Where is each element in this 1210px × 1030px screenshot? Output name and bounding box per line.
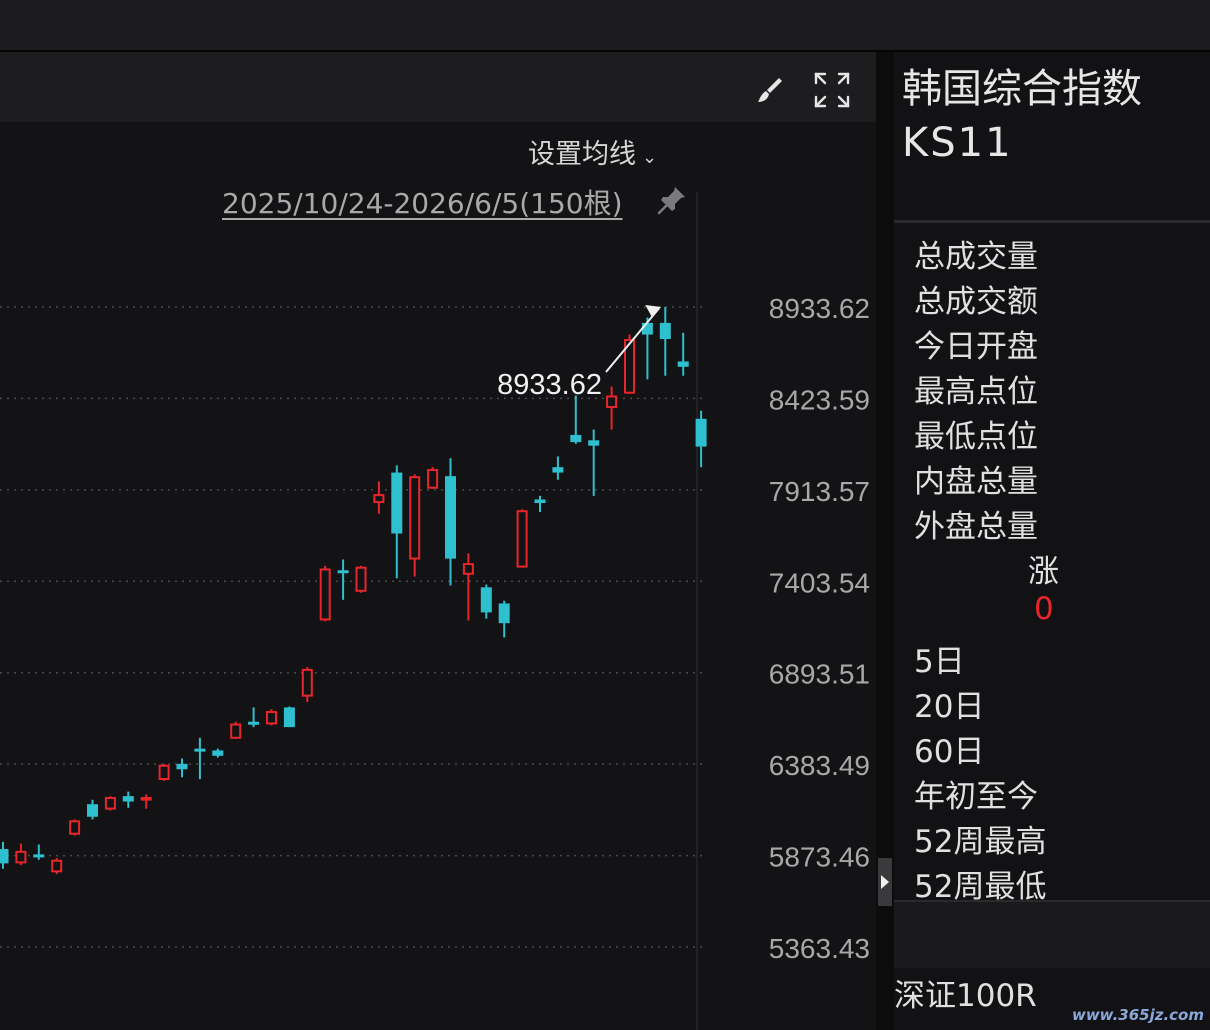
change-label: 涨 xyxy=(1028,554,1059,590)
related-index-item[interactable]: 深证100R xyxy=(894,970,1037,1015)
y-tick-label: 8933.62 xyxy=(769,293,870,324)
stat-total-volume: 总成交量 xyxy=(914,239,1038,275)
pin-icon[interactable] xyxy=(656,184,688,216)
divider xyxy=(894,220,1210,223)
stat-inner-volume: 内盘总量 xyxy=(914,464,1038,500)
fullscreen-button[interactable] xyxy=(812,70,852,110)
y-tick-label: 5363.43 xyxy=(769,933,870,964)
watermark: www.365jz.com xyxy=(1071,1006,1204,1024)
candle-body xyxy=(104,797,116,810)
chart-panel[interactable]: 8933.62 8423.59 7913.57 7403.54 6893.51 6383.… xyxy=(0,52,876,1030)
candle-body xyxy=(319,568,331,621)
chevron-down-icon: ⌄ xyxy=(642,147,658,168)
candle-body xyxy=(480,587,492,613)
candle-body xyxy=(248,721,260,725)
brush-icon xyxy=(758,78,782,102)
y-tick-label: 7403.54 xyxy=(769,567,870,598)
candle-body xyxy=(641,322,653,335)
candle-body xyxy=(212,750,224,756)
candle-body xyxy=(0,849,9,864)
y-tick-label: 6893.51 xyxy=(769,659,870,690)
candle-body xyxy=(69,820,81,835)
quote-side-panel: 韩国综合指数 KS11 总成交量 总成交额 今日开盘 最高点位 最低点位 内盘总… xyxy=(894,52,1210,1030)
y-tick-label: 6383.49 xyxy=(769,750,870,781)
period-60d: 60日 xyxy=(914,734,985,770)
candle-body xyxy=(373,494,385,504)
candle-body xyxy=(462,563,474,575)
annotation-label: 8933.62 xyxy=(497,369,602,401)
candle-body xyxy=(122,796,134,802)
ma-setting-dropdown[interactable]: 设置均线 ⌄ xyxy=(528,132,657,171)
candle-body xyxy=(570,434,582,443)
side-panel-tab-area[interactable] xyxy=(894,900,1210,968)
candle-body xyxy=(194,748,206,752)
candle-body xyxy=(301,668,313,697)
candle-body xyxy=(552,467,564,473)
index-title: 韩国综合指数 KS11 xyxy=(902,62,1142,170)
fullscreen-icon xyxy=(814,72,850,108)
candle-body xyxy=(266,710,277,725)
candle-body xyxy=(445,476,456,559)
candle-body xyxy=(659,322,671,340)
candle-body xyxy=(87,804,98,817)
date-range-label[interactable]: 2025/10/24-2026/6/5(150根) xyxy=(222,187,623,220)
candle-body xyxy=(695,418,707,447)
top-bar xyxy=(0,0,1210,52)
candle-body xyxy=(15,850,27,864)
candle-body xyxy=(516,510,528,568)
stat-low: 最低点位 xyxy=(914,419,1038,455)
candle-body xyxy=(677,361,689,367)
stat-total-turnover: 总成交额 xyxy=(914,284,1038,320)
period-20d: 20日 xyxy=(914,689,985,725)
chart-toolbar xyxy=(0,52,876,122)
y-tick-label: 8423.59 xyxy=(769,384,870,415)
range-selector[interactable]: 2025/10/24-2026/6/5(150根) xyxy=(222,182,685,222)
period-52w-high: 52周最高 xyxy=(914,824,1047,860)
period-ytd: 年初至今 xyxy=(914,779,1038,815)
candle-body xyxy=(230,723,242,739)
index-name: 韩国综合指数 xyxy=(902,66,1142,112)
collapse-panel-button[interactable] xyxy=(878,858,892,906)
candle-body xyxy=(33,854,45,858)
period-5d: 5日 xyxy=(914,644,965,680)
stat-outer-volume: 外盘总量 xyxy=(914,509,1038,545)
change-value: 0 xyxy=(1034,591,1054,627)
candle-body xyxy=(51,859,63,873)
candle-body xyxy=(283,707,295,728)
stat-high: 最高点位 xyxy=(914,374,1038,410)
candle-body xyxy=(176,763,188,770)
candle-body xyxy=(140,797,152,801)
brush-button[interactable] xyxy=(750,70,790,110)
y-tick-label: 5873.46 xyxy=(769,842,870,873)
stat-open: 今日开盘 xyxy=(914,329,1038,365)
panel-splitter[interactable] xyxy=(876,52,894,1030)
candle-body xyxy=(409,476,421,560)
candle-body xyxy=(427,468,439,489)
candle-body xyxy=(498,603,510,624)
candle-body xyxy=(606,395,618,409)
y-tick-label: 7913.57 xyxy=(769,476,870,507)
candle-body xyxy=(534,499,546,504)
candle-body xyxy=(337,570,349,574)
triangle-right-icon xyxy=(881,875,889,889)
ma-setting-label: 设置均线 xyxy=(528,139,636,170)
candle-body xyxy=(158,764,170,781)
candle-body xyxy=(391,472,403,534)
index-code: KS11 xyxy=(902,120,1013,166)
candle-body xyxy=(588,440,600,446)
candle-body xyxy=(355,566,367,592)
